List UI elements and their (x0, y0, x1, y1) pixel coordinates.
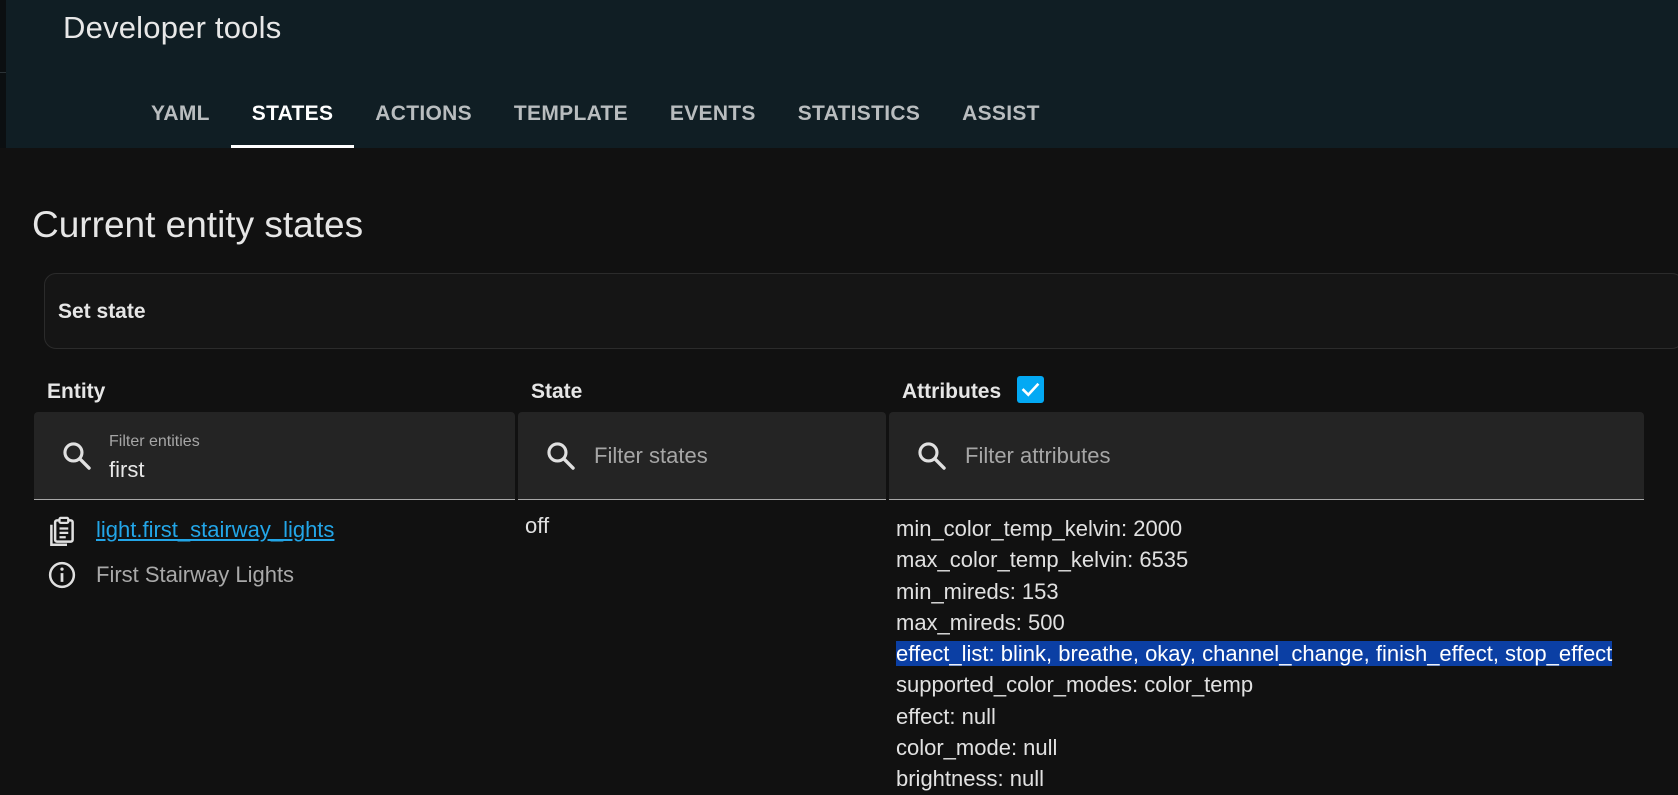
state-filter-placeholder[interactable]: Filter states (594, 443, 708, 469)
state-filter-field[interactable]: Filter states (518, 412, 886, 500)
attribute-line: max_mireds: 500 (896, 609, 1065, 635)
tab-yaml[interactable]: YAML (130, 80, 231, 148)
attribute-line: min_color_temp_kelvin: 2000 (896, 516, 1183, 541)
attribute-line: supported_color_modes: color_temp (896, 672, 1254, 698)
search-icon (547, 442, 575, 470)
attribute-line: min_mireds: 153 (896, 578, 1059, 604)
attributes-filter-placeholder[interactable]: Filter attributes (965, 443, 1111, 469)
app-header: Developer tools YAML STATES ACTIONS TEMP… (0, 0, 1678, 148)
entity-filter-value[interactable]: first (109, 457, 144, 483)
entity-filter-label: Filter entities (109, 433, 200, 450)
attribute-line: color_mode: null (896, 735, 1058, 761)
entity-friendly-name: First Stairway Lights (96, 562, 295, 587)
set-state-label: Set state (58, 300, 146, 323)
attributes-list: min_color_temp_kelvin: 2000 max_color_te… (896, 513, 1613, 795)
tab-states[interactable]: STATES (230, 80, 355, 148)
sidebar-edge (0, 0, 6, 148)
attributes-checkbox[interactable] (1017, 376, 1044, 403)
column-header-entity: Entity (47, 380, 106, 403)
entity-id-link[interactable]: light.first_stairway_lights (96, 517, 334, 543)
attribute-line: max_color_temp_kelvin: 6535 (896, 547, 1189, 573)
entity-filter-field[interactable]: Filter entities first (34, 412, 515, 500)
column-header-attributes: Attributes (902, 380, 1002, 403)
attribute-line: effect: null (896, 703, 996, 729)
attribute-line: brightness: null (896, 766, 1044, 792)
sidebar-divider (0, 72, 6, 73)
entity-state-value: off (525, 513, 550, 538)
tab-actions[interactable]: ACTIONS (354, 80, 493, 148)
tab-events[interactable]: EVENTS (649, 80, 777, 148)
check-icon (1021, 382, 1040, 397)
set-state-panel[interactable]: Set state (44, 273, 1678, 349)
tab-template[interactable]: TEMPLATE (493, 80, 649, 148)
attributes-filter-field[interactable]: Filter attributes (889, 412, 1644, 500)
info-icon[interactable] (47, 560, 77, 590)
attribute-line-selected: effect_list: blink, breathe, okay, chann… (896, 641, 1613, 667)
clipboard-icon[interactable] (47, 516, 77, 546)
tab-statistics[interactable]: STATISTICS (777, 80, 941, 148)
search-icon (918, 442, 946, 470)
search-icon (63, 442, 91, 470)
page-title: Current entity states (32, 204, 364, 245)
column-header-state: State (531, 380, 583, 403)
page-header-title: Developer tools (63, 10, 282, 45)
tab-assist[interactable]: ASSIST (941, 80, 1061, 148)
tab-bar: YAML STATES ACTIONS TEMPLATE EVENTS STAT… (130, 80, 1061, 148)
